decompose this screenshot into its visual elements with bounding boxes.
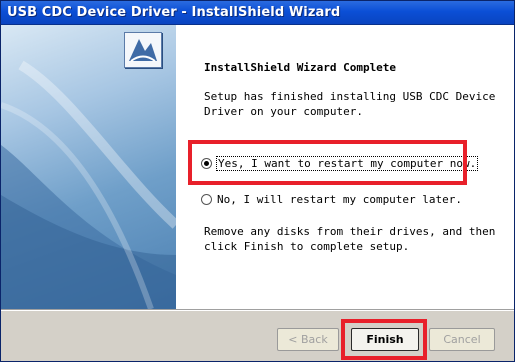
window-title: USB CDC Device Driver - InstallShield Wi…: [7, 5, 341, 20]
radio-unselected-icon[interactable]: [201, 193, 212, 205]
restart-later-option[interactable]: No, I will restart my computer later.: [201, 191, 462, 207]
restart-option-highlight: [188, 140, 467, 185]
installshield-logo-icon: [124, 32, 162, 68]
cancel-button[interactable]: Cancel: [429, 328, 495, 351]
installer-window: USB CDC Device Driver - InstallShield Wi…: [0, 0, 515, 362]
finish-button-highlight: [341, 319, 427, 360]
restart-later-label: No, I will restart my computer later.: [217, 192, 463, 206]
remove-disks-text: Remove any disks from their drives, and …: [204, 225, 496, 253]
setup-finished-text: Setup has finished installing USB CDC De…: [204, 90, 496, 118]
wizard-complete-heading: InstallShield Wizard Complete: [204, 61, 397, 74]
title-bar[interactable]: USB CDC Device Driver - InstallShield Wi…: [1, 1, 514, 25]
back-button[interactable]: < Back: [277, 328, 339, 351]
